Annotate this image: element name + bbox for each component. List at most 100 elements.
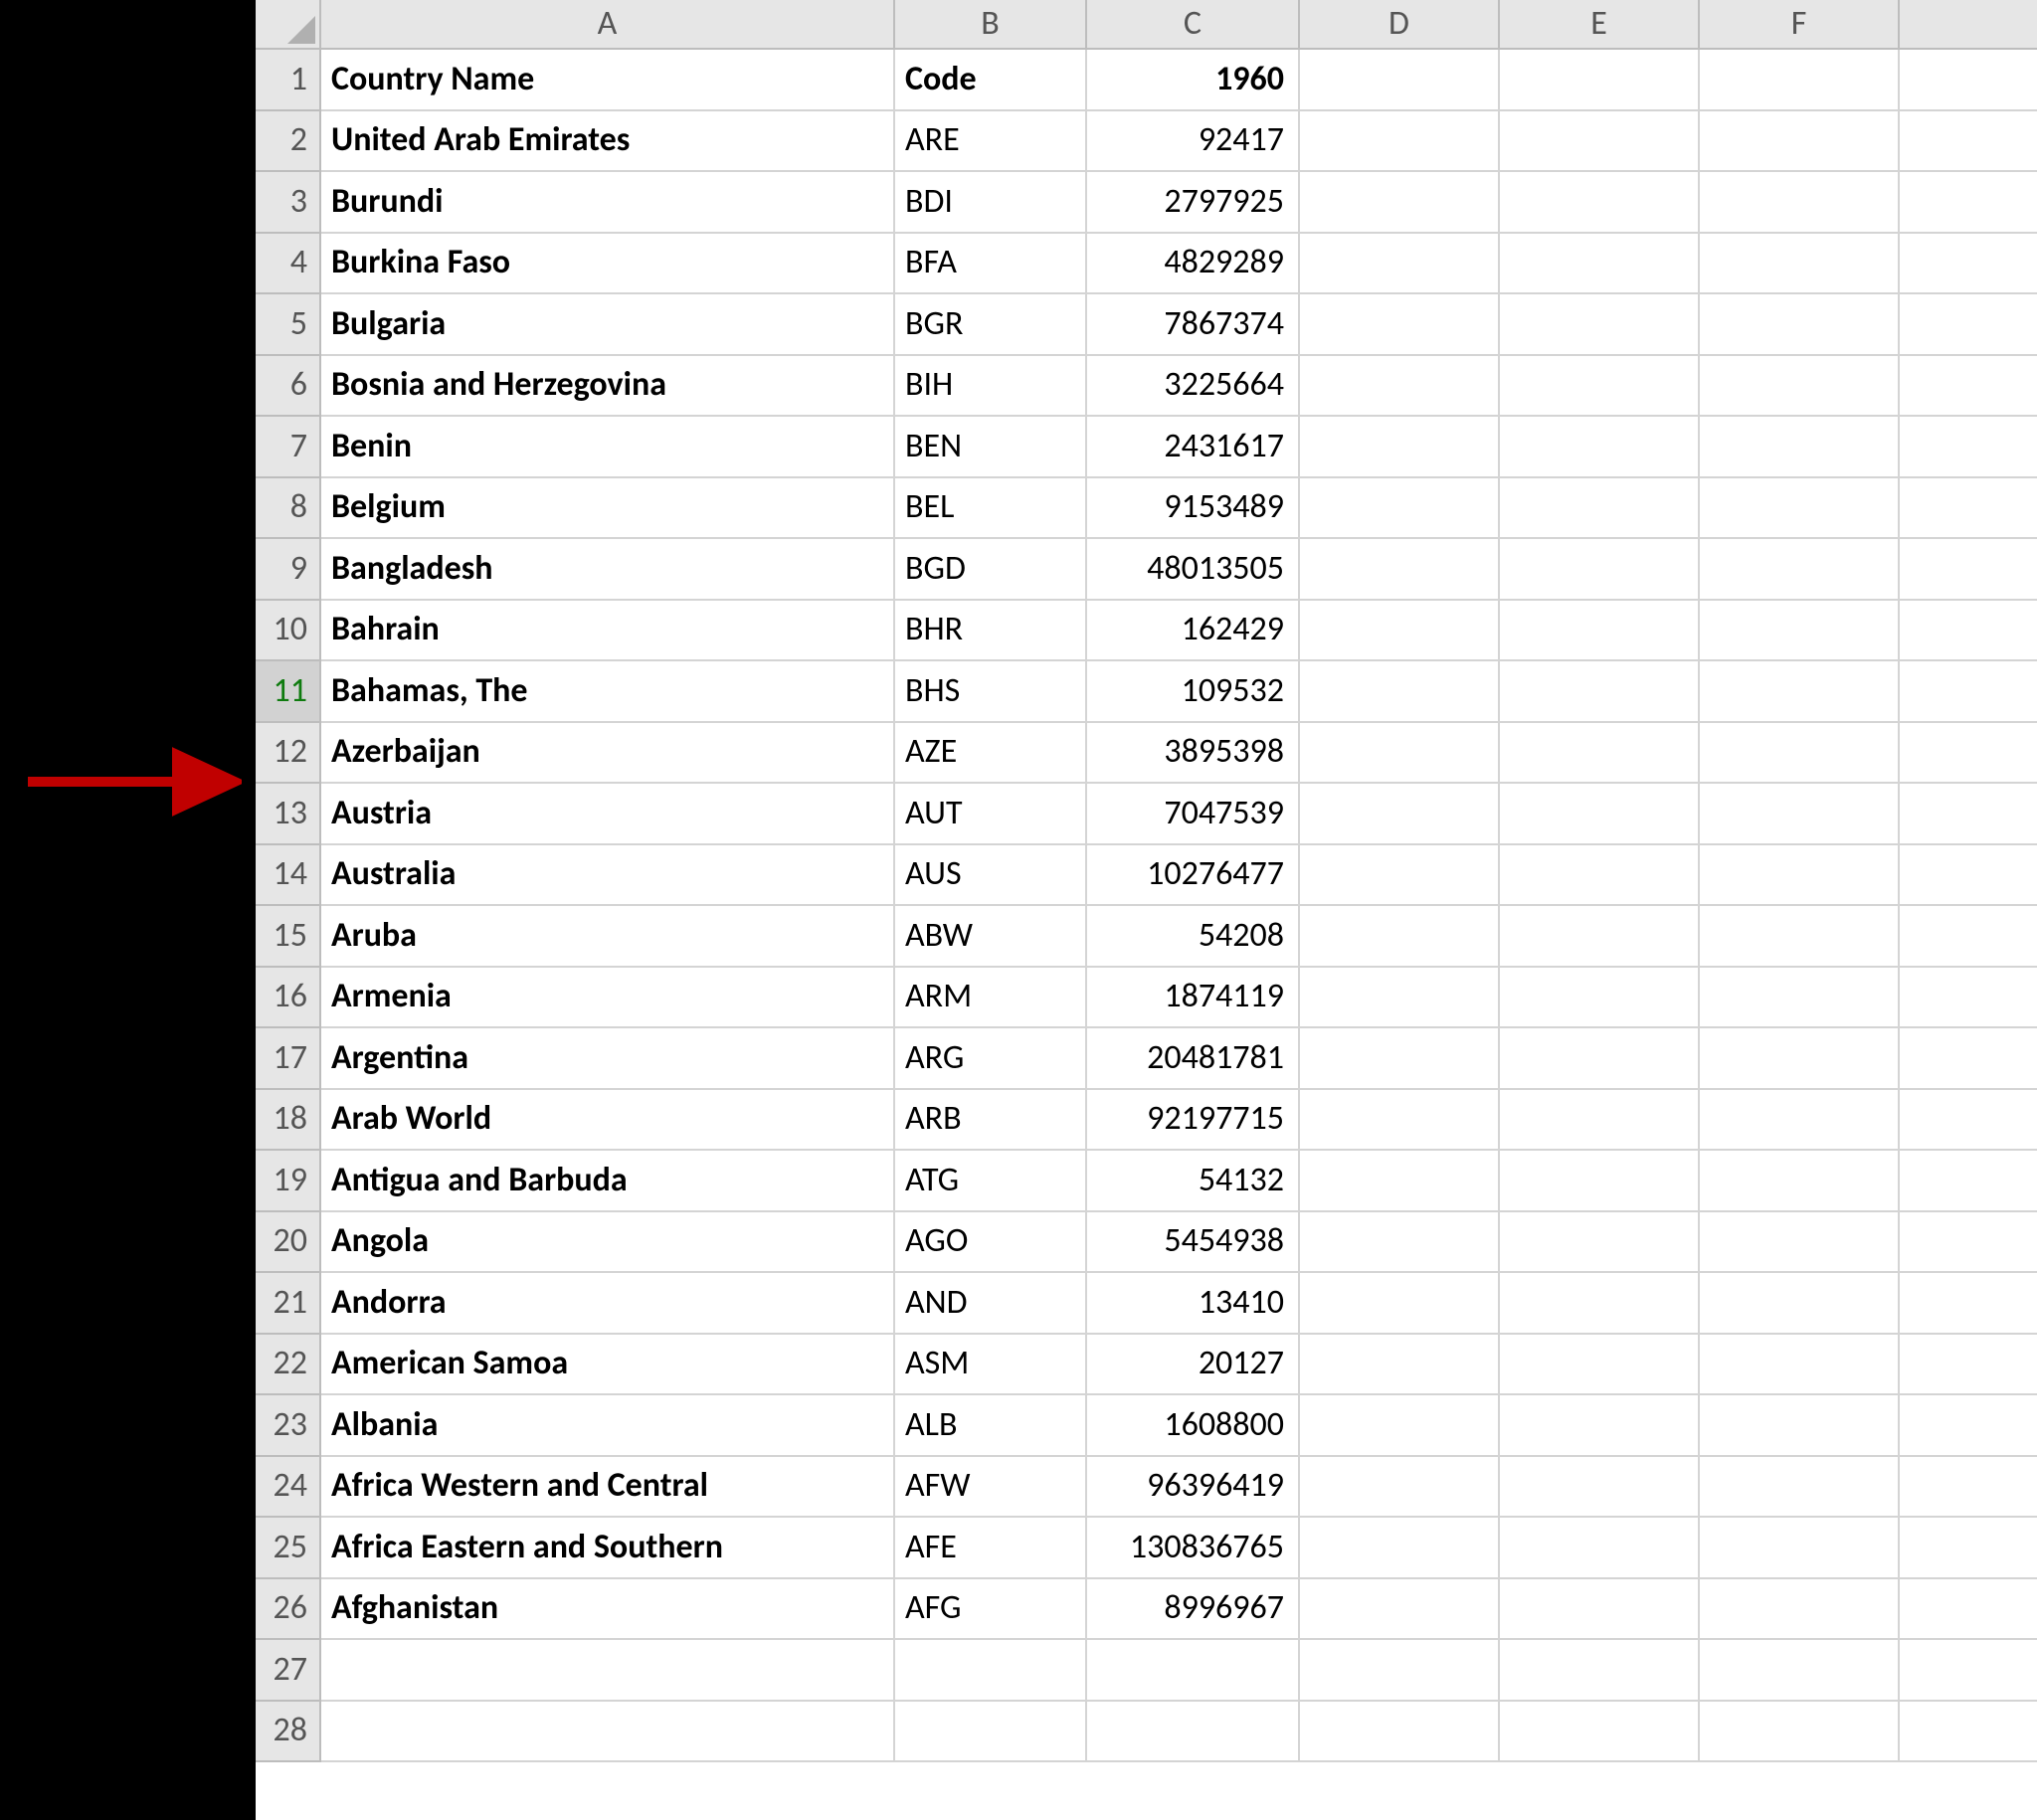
row-header[interactable]: 28 (256, 1702, 321, 1763)
cell-G24[interactable] (1900, 1457, 2037, 1519)
cell-G28[interactable] (1900, 1702, 2037, 1763)
cell-E26[interactable] (1500, 1579, 1700, 1641)
cell-G18[interactable] (1900, 1090, 2037, 1152)
cell-E16[interactable] (1500, 968, 1700, 1029)
cell-B1[interactable]: Code (895, 50, 1087, 111)
cell-B22[interactable]: ASM (895, 1335, 1087, 1396)
cell-F5[interactable] (1700, 294, 1900, 356)
cell-D25[interactable] (1300, 1518, 1500, 1579)
cell-G5[interactable] (1900, 294, 2037, 356)
row-header[interactable]: 17 (256, 1028, 321, 1090)
cell-B26[interactable]: AFG (895, 1579, 1087, 1641)
cell-A16[interactable]: Armenia (321, 968, 895, 1029)
cell-F2[interactable] (1700, 111, 1900, 173)
cell-E20[interactable] (1500, 1212, 1700, 1274)
row-header[interactable]: 18 (256, 1090, 321, 1152)
cell-C27[interactable] (1087, 1640, 1300, 1702)
cell-F21[interactable] (1700, 1273, 1900, 1335)
cell-E15[interactable] (1500, 906, 1700, 968)
cell-C10[interactable]: 162429 (1087, 601, 1300, 662)
column-header-A[interactable]: A (321, 0, 895, 50)
cell-D26[interactable] (1300, 1579, 1500, 1641)
cell-A18[interactable]: Arab World (321, 1090, 895, 1152)
cell-F15[interactable] (1700, 906, 1900, 968)
cell-C16[interactable]: 1874119 (1087, 968, 1300, 1029)
cell-C22[interactable]: 20127 (1087, 1335, 1300, 1396)
row-header[interactable]: 24 (256, 1457, 321, 1519)
row-header[interactable]: 21 (256, 1273, 321, 1335)
cell-F11[interactable] (1700, 661, 1900, 723)
row-header[interactable]: 2 (256, 111, 321, 173)
cell-G19[interactable] (1900, 1151, 2037, 1212)
cell-D17[interactable] (1300, 1028, 1500, 1090)
cell-A26[interactable]: Afghanistan (321, 1579, 895, 1641)
cell-E21[interactable] (1500, 1273, 1700, 1335)
cell-E8[interactable] (1500, 478, 1700, 540)
cell-A19[interactable]: Antigua and Barbuda (321, 1151, 895, 1212)
cell-D11[interactable] (1300, 661, 1500, 723)
column-header-extra[interactable] (1900, 0, 2037, 50)
cell-D4[interactable] (1300, 234, 1500, 295)
cell-D6[interactable] (1300, 356, 1500, 418)
cell-D5[interactable] (1300, 294, 1500, 356)
cell-E5[interactable] (1500, 294, 1700, 356)
row-header[interactable]: 15 (256, 906, 321, 968)
row-header[interactable]: 9 (256, 539, 321, 601)
cell-A28[interactable] (321, 1702, 895, 1763)
cell-G11[interactable] (1900, 661, 2037, 723)
row-header[interactable]: 10 (256, 601, 321, 662)
cell-F22[interactable] (1700, 1335, 1900, 1396)
column-header-B[interactable]: B (895, 0, 1087, 50)
cell-G14[interactable] (1900, 845, 2037, 907)
cell-D27[interactable] (1300, 1640, 1500, 1702)
cell-G4[interactable] (1900, 234, 2037, 295)
cell-C14[interactable]: 10276477 (1087, 845, 1300, 907)
cell-C28[interactable] (1087, 1702, 1300, 1763)
cell-G23[interactable] (1900, 1395, 2037, 1457)
cell-A13[interactable]: Austria (321, 784, 895, 845)
cell-E2[interactable] (1500, 111, 1700, 173)
cell-G2[interactable] (1900, 111, 2037, 173)
cell-E7[interactable] (1500, 417, 1700, 478)
cell-D21[interactable] (1300, 1273, 1500, 1335)
cell-F25[interactable] (1700, 1518, 1900, 1579)
cell-G27[interactable] (1900, 1640, 2037, 1702)
cell-C6[interactable]: 3225664 (1087, 356, 1300, 418)
row-header[interactable]: 11 (256, 661, 321, 723)
cell-B28[interactable] (895, 1702, 1087, 1763)
cell-G12[interactable] (1900, 723, 2037, 785)
cell-E25[interactable] (1500, 1518, 1700, 1579)
cell-B3[interactable]: BDI (895, 172, 1087, 234)
cell-G26[interactable] (1900, 1579, 2037, 1641)
column-header-F[interactable]: F (1700, 0, 1900, 50)
cell-A25[interactable]: Africa Eastern and Southern (321, 1518, 895, 1579)
cell-E23[interactable] (1500, 1395, 1700, 1457)
cell-B4[interactable]: BFA (895, 234, 1087, 295)
cell-D22[interactable] (1300, 1335, 1500, 1396)
cell-F19[interactable] (1700, 1151, 1900, 1212)
cell-B17[interactable]: ARG (895, 1028, 1087, 1090)
cell-D14[interactable] (1300, 845, 1500, 907)
cell-C20[interactable]: 5454938 (1087, 1212, 1300, 1274)
row-header[interactable]: 1 (256, 50, 321, 111)
cell-A27[interactable] (321, 1640, 895, 1702)
cell-E12[interactable] (1500, 723, 1700, 785)
cell-F28[interactable] (1700, 1702, 1900, 1763)
cell-G7[interactable] (1900, 417, 2037, 478)
cell-F20[interactable] (1700, 1212, 1900, 1274)
column-header-E[interactable]: E (1500, 0, 1700, 50)
row-header[interactable]: 4 (256, 234, 321, 295)
cell-F3[interactable] (1700, 172, 1900, 234)
cell-C21[interactable]: 13410 (1087, 1273, 1300, 1335)
cell-E9[interactable] (1500, 539, 1700, 601)
cell-A6[interactable]: Bosnia and Herzegovina (321, 356, 895, 418)
cell-E28[interactable] (1500, 1702, 1700, 1763)
cell-F13[interactable] (1700, 784, 1900, 845)
cell-E11[interactable] (1500, 661, 1700, 723)
cell-A5[interactable]: Bulgaria (321, 294, 895, 356)
cell-E18[interactable] (1500, 1090, 1700, 1152)
cell-F23[interactable] (1700, 1395, 1900, 1457)
cell-D7[interactable] (1300, 417, 1500, 478)
cell-B8[interactable]: BEL (895, 478, 1087, 540)
cell-B5[interactable]: BGR (895, 294, 1087, 356)
